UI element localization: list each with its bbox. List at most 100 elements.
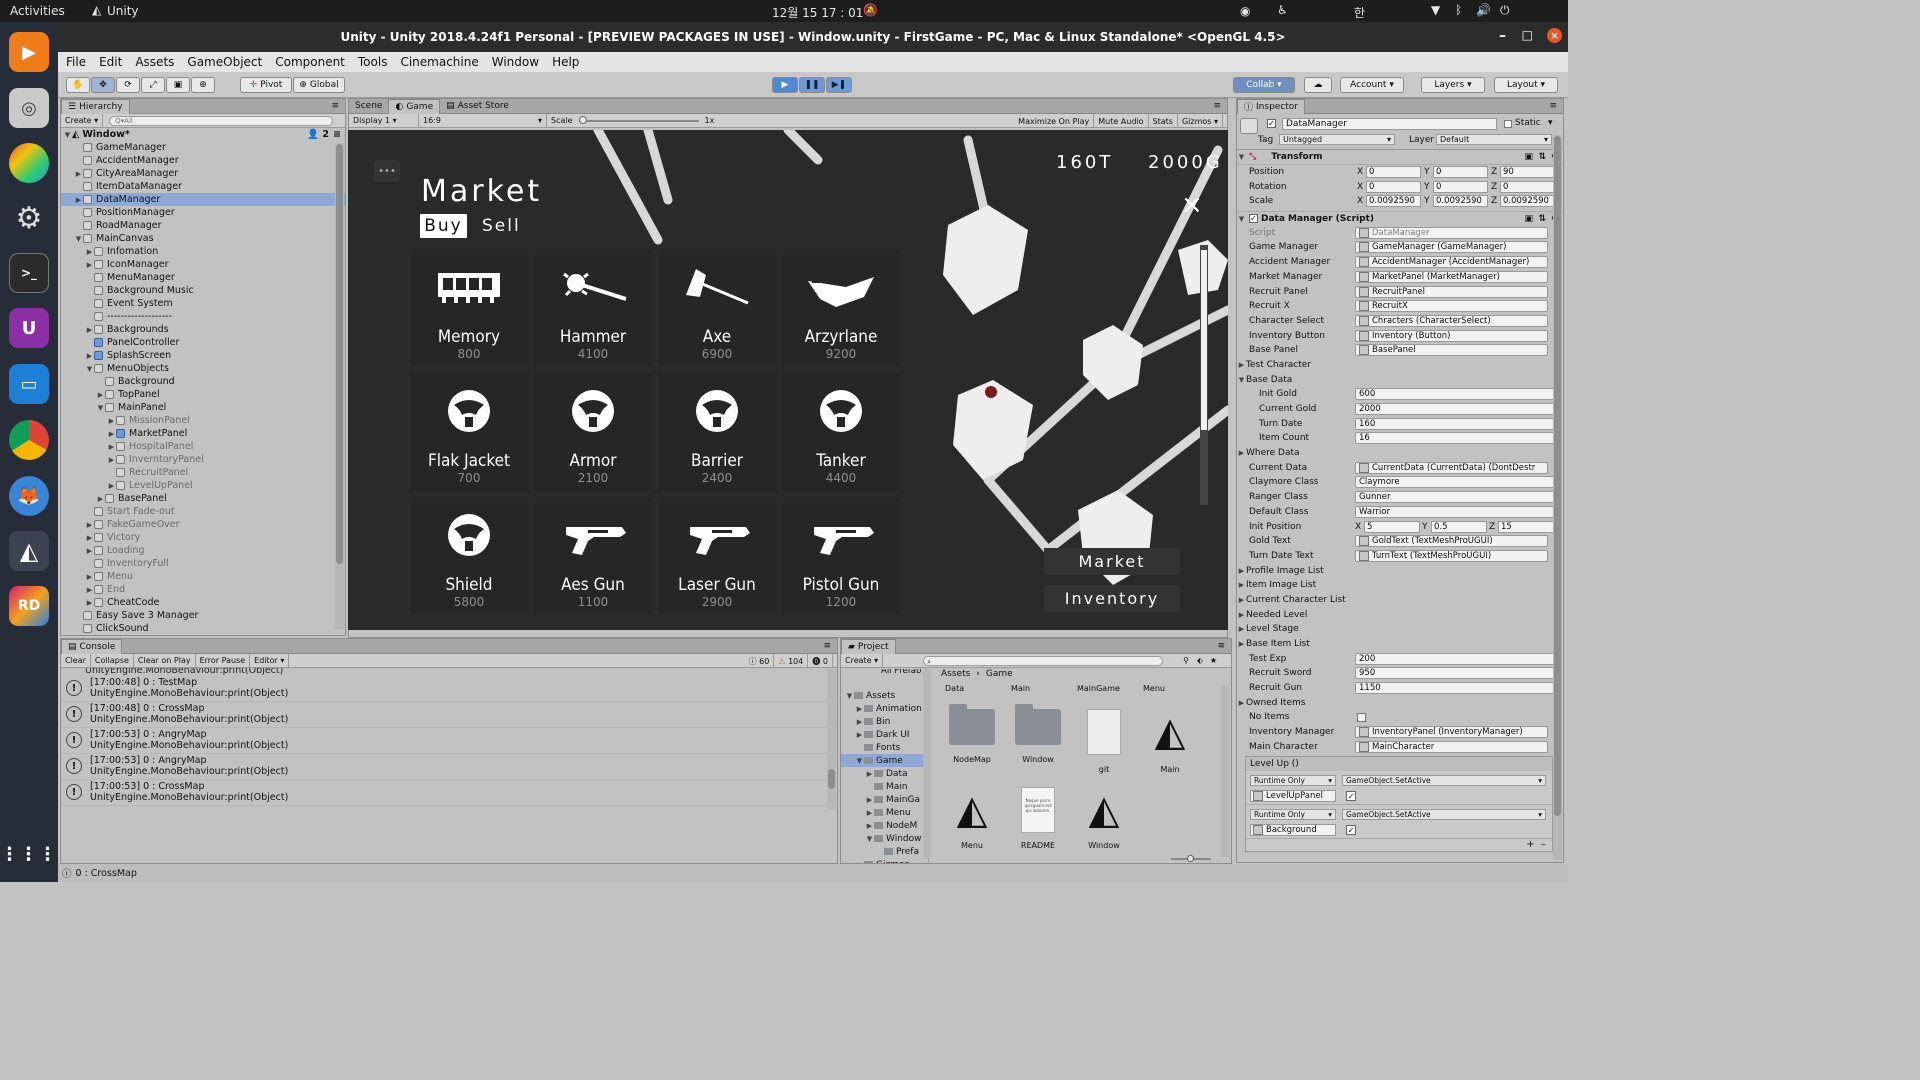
step-button[interactable]: ▶❚ bbox=[826, 77, 852, 93]
market-item[interactable]: Armor 2100 bbox=[534, 373, 652, 490]
hierarchy-item[interactable]: ▶ Victory bbox=[61, 531, 345, 544]
hierarchy-item[interactable]: ▶ LevelUpPanel bbox=[61, 479, 345, 492]
foldout-label[interactable]: Owned Items bbox=[1246, 698, 1305, 708]
layers-dropdown[interactable]: Layers ▾ bbox=[1421, 77, 1485, 93]
help-icon[interactable]: ▣ bbox=[1524, 214, 1533, 224]
filter-type-icon[interactable]: ⚲ bbox=[1183, 656, 1189, 665]
fold-arrow-icon[interactable]: ▶ bbox=[865, 809, 874, 817]
fold-arrow-icon[interactable]: ▼ bbox=[74, 235, 83, 243]
color-picker-icon[interactable] bbox=[9, 143, 49, 183]
market-item[interactable]: Flak Jacket 700 bbox=[410, 373, 528, 490]
minimize-icon[interactable]: – bbox=[1499, 28, 1506, 44]
tab-inspector[interactable]: ⓘ Inspector bbox=[1237, 98, 1305, 114]
fold-arrow-icon[interactable]: ▶ bbox=[85, 534, 94, 542]
hierarchy-item[interactable]: ▶ CheatCode bbox=[61, 596, 345, 609]
event-add-remove[interactable]: + – bbox=[1246, 839, 1552, 851]
foldout-label[interactable]: Test Character bbox=[1246, 360, 1311, 370]
console-log-entry[interactable]: ! [17:00:48] 0 : TestMap UnityEngine.MonoB… bbox=[61, 676, 837, 702]
transform-scale-x-input[interactable]: 0.0092590 bbox=[1366, 195, 1421, 208]
maximize-on-play-toggle[interactable]: Maximize On Play bbox=[1014, 114, 1095, 128]
fold-arrow-icon[interactable]: ▶ bbox=[1237, 640, 1246, 648]
scale-slider-thumb[interactable] bbox=[578, 115, 587, 124]
tree-item[interactable]: Fonts bbox=[841, 741, 928, 754]
fold-arrow-icon[interactable]: ▼ bbox=[85, 365, 94, 373]
fold-arrow-icon[interactable]: ▶ bbox=[96, 391, 105, 399]
hierarchy-item[interactable]: ▶ BasePanel bbox=[61, 492, 345, 505]
scene-root[interactable]: ▼ ◭ Window* 👤 2 ≡ bbox=[61, 128, 345, 141]
object-field[interactable]: CurrentData (CurrentData) (DontDestr bbox=[1355, 461, 1548, 474]
fold-arrow-icon[interactable]: ▶ bbox=[85, 521, 94, 529]
hierarchy-item[interactable]: PanelController bbox=[61, 336, 345, 349]
console-error-pause-button[interactable]: Error Pause bbox=[196, 653, 251, 668]
console-clear-on-play-button[interactable]: Clear on Play bbox=[134, 653, 196, 668]
hierarchy-item[interactable]: ▶ MarketPanel bbox=[61, 427, 345, 440]
fold-arrow-icon[interactable]: ▶ bbox=[74, 196, 83, 204]
display-dropdown[interactable]: Display 1 ▾ bbox=[349, 113, 419, 128]
tab-scene[interactable]: Scene bbox=[349, 99, 388, 114]
hierarchy-item[interactable]: ItemDataManager bbox=[61, 180, 345, 193]
info-filter-toggle[interactable]: ⓘ 60 bbox=[745, 654, 775, 668]
script-enabled-checkbox[interactable]: ✓ bbox=[1249, 214, 1258, 224]
fold-arrow-icon[interactable]: ▶ bbox=[96, 495, 105, 503]
runtime-mode-dropdown[interactable]: Runtime Only ▾ bbox=[1250, 809, 1336, 821]
fold-arrow-icon[interactable]: ▶ bbox=[855, 718, 864, 726]
hierarchy-item[interactable]: ▼ MainPanel bbox=[61, 401, 345, 414]
hierarchy-item[interactable]: Event System bbox=[61, 297, 345, 310]
settings-icon[interactable]: ⚙ bbox=[9, 198, 49, 238]
hierarchy-item[interactable]: MenuManager bbox=[61, 271, 345, 284]
no-items-checkbox[interactable] bbox=[1357, 712, 1366, 722]
icon-size-slider[interactable] bbox=[1171, 855, 1211, 862]
media-player-icon[interactable]: ▶ bbox=[9, 32, 49, 72]
fold-arrow-icon[interactable]: ▶ bbox=[107, 430, 116, 438]
menu-assets[interactable]: Assets bbox=[135, 55, 174, 69]
preset-icon[interactable]: ⇅ bbox=[1538, 214, 1546, 224]
hierarchy-scrollbar[interactable] bbox=[335, 143, 344, 629]
fold-arrow-icon[interactable]: ▶ bbox=[865, 770, 874, 778]
market-item[interactable]: Barrier 2400 bbox=[658, 373, 776, 490]
tree-item[interactable]: Prefa bbox=[841, 845, 928, 858]
filter-label-icon[interactable]: ⬖ bbox=[1197, 656, 1203, 665]
transform-rotation-z-input[interactable]: 0 bbox=[1500, 180, 1555, 193]
fold-arrow-icon[interactable]: ▶ bbox=[1237, 625, 1246, 633]
init-position-x-input[interactable]: 5 bbox=[1364, 520, 1420, 533]
console-editor-button[interactable]: Editor ▾ bbox=[250, 653, 290, 668]
accessibility-icon[interactable]: ♿ bbox=[1277, 3, 1288, 17]
object-field[interactable]: RecruitX bbox=[1355, 300, 1548, 313]
transform-rotation-x-input[interactable]: 0 bbox=[1366, 180, 1421, 193]
close-window-icon[interactable]: × bbox=[1547, 28, 1562, 43]
asset-item[interactable]: Window bbox=[1007, 704, 1069, 764]
scrollbar-thumb[interactable] bbox=[1554, 136, 1561, 816]
collab-dropdown[interactable]: Collab ▾ bbox=[1233, 77, 1295, 93]
market-item[interactable]: Arzyrlane 9200 bbox=[782, 249, 900, 366]
asset-label[interactable]: Main bbox=[1011, 684, 1030, 693]
tree-item[interactable]: ▶ Menu bbox=[841, 806, 928, 819]
fold-arrow-icon[interactable]: ▶ bbox=[85, 261, 94, 269]
asset-label[interactable]: Menu bbox=[1143, 684, 1165, 693]
firefox-icon[interactable]: 🦊 bbox=[9, 476, 49, 516]
hierarchy-item[interactable]: ------------------- bbox=[61, 310, 345, 323]
panel-menu-icon[interactable]: ≡ bbox=[823, 641, 831, 651]
fold-arrow-icon[interactable]: ▶ bbox=[85, 573, 94, 581]
text-field[interactable]: 950 bbox=[1355, 667, 1559, 680]
function-dropdown[interactable]: GameObject.SetActive ▾ bbox=[1342, 775, 1546, 787]
warning-filter-toggle[interactable]: ⚠ 104 bbox=[774, 654, 809, 668]
foldout-label[interactable]: Profile Image List bbox=[1246, 566, 1324, 576]
app-menu[interactable]: Unity bbox=[107, 4, 139, 18]
rider-icon[interactable]: RD bbox=[9, 586, 49, 626]
terminal-icon[interactable]: >_ bbox=[9, 253, 49, 293]
scale-tool-icon[interactable]: ⤢ bbox=[141, 77, 165, 93]
foldout-label[interactable]: Current Character List bbox=[1246, 595, 1346, 605]
fold-arrow-icon[interactable]: ▶ bbox=[1237, 361, 1246, 369]
hierarchy-item[interactable]: ▶ Loading bbox=[61, 544, 345, 557]
market-button[interactable]: Market bbox=[1044, 548, 1180, 575]
foldout-label[interactable]: Level Stage bbox=[1246, 624, 1299, 634]
asset-item[interactable]: ◭ Menu bbox=[941, 787, 1003, 850]
file-manager-icon[interactable]: ▭ bbox=[9, 364, 49, 404]
fold-arrow-icon[interactable]: ▶ bbox=[865, 822, 874, 830]
transform-position-x-input[interactable]: 0 bbox=[1366, 166, 1421, 179]
asset-item[interactable]: ◭ Main bbox=[1139, 709, 1201, 774]
favorite-icon[interactable]: ★ bbox=[1210, 656, 1217, 665]
hierarchy-item[interactable]: Easy Save 3 Manager bbox=[61, 609, 345, 622]
panel-menu-icon[interactable]: ≡ bbox=[1549, 101, 1557, 111]
console-log-entry[interactable]: ! [17:00:48] 0 : CrossMap UnityEngine.Mono… bbox=[61, 702, 837, 728]
